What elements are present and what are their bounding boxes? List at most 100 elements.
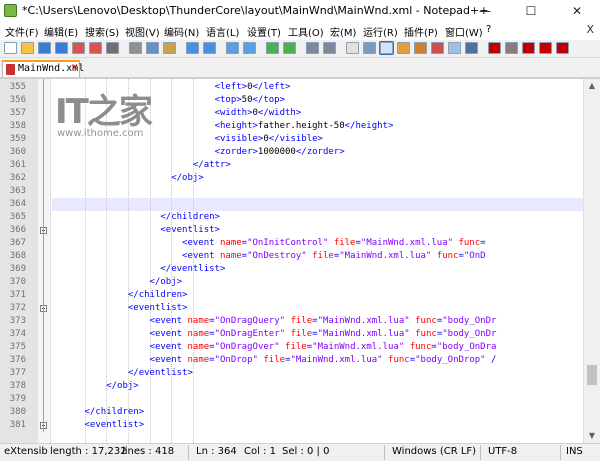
menu-language[interactable]: 语言(L) (206, 24, 239, 39)
vertical-scrollbar[interactable]: ▲ ▼ (583, 79, 600, 443)
xml-attribute-value: "body_OnDrop" (415, 355, 486, 365)
xml-tag: <eventlist> (84, 420, 145, 430)
menu-tools[interactable]: 工具(O) (288, 24, 324, 39)
print-icon[interactable] (106, 42, 119, 54)
xml-tag: </left> (252, 82, 291, 92)
play-macro-icon[interactable] (522, 42, 535, 54)
menu-search[interactable]: 搜索(S) (85, 24, 119, 39)
code-line[interactable]: <zorder>1000000</zorder> (52, 146, 583, 159)
code-line[interactable]: </attr> (52, 159, 583, 172)
status-lines: lines : 418 (122, 446, 175, 457)
code-line[interactable]: <event name="OnDragQuery" file="MainWnd.… (52, 315, 583, 328)
menu-file[interactable]: 文件(F) (5, 24, 39, 39)
menu-window[interactable]: 窗口(W) (445, 24, 483, 39)
zoom-out-icon[interactable] (283, 42, 296, 54)
code-line[interactable]: <event name="OnDragOver" file="MainWnd.x… (52, 341, 583, 354)
play-multiple-icon[interactable] (539, 42, 552, 54)
cut-icon[interactable] (129, 42, 142, 54)
menu-settings[interactable]: 设置(T) (247, 24, 281, 39)
menu-help[interactable]: ? (486, 24, 491, 35)
xml-attribute: func (388, 355, 410, 365)
udl-icon[interactable] (397, 42, 410, 54)
close-window-button[interactable]: ✕ (554, 0, 600, 22)
menu-view[interactable]: 视图(V) (125, 24, 160, 39)
close-icon[interactable] (72, 42, 85, 54)
indent-guide-icon[interactable] (379, 41, 394, 55)
code-line[interactable]: <eventlist> (52, 224, 583, 237)
line-number: 373 (9, 316, 26, 326)
code-line[interactable] (52, 198, 583, 211)
xml-tag: <event (149, 342, 188, 352)
find-icon[interactable] (226, 42, 239, 54)
menu-run[interactable]: 运行(R) (363, 24, 398, 39)
code-line[interactable]: </obj> (52, 172, 583, 185)
monitor-icon[interactable] (465, 42, 478, 54)
xml-tag: <width> (214, 108, 253, 118)
all-chars-icon[interactable] (363, 42, 376, 54)
open-file-icon[interactable] (21, 42, 34, 54)
code-line[interactable]: </children> (52, 406, 583, 419)
minimize-button[interactable]: — (462, 0, 508, 22)
folder-workspace-icon[interactable] (448, 42, 461, 54)
copy-icon[interactable] (146, 42, 159, 54)
replace-icon[interactable] (243, 42, 256, 54)
tab-mainwnd-xml[interactable]: MainWnd.xml ✕ (2, 60, 84, 77)
line-number: 357 (9, 108, 26, 118)
sync-horizontal-icon[interactable] (323, 42, 336, 54)
code-line[interactable]: <event name="OnDrop" file="MainWnd.xml.l… (52, 354, 583, 367)
line-number: 365 (9, 212, 26, 222)
line-number: 378 (9, 381, 26, 391)
tab-close-icon[interactable]: ✕ (71, 63, 79, 73)
code-line[interactable] (52, 393, 583, 406)
notepad-plus-plus-icon (4, 4, 17, 17)
save-macro-icon[interactable] (556, 42, 569, 54)
paste-icon[interactable] (163, 42, 176, 54)
menu-edit[interactable]: 编辑(E) (44, 24, 78, 39)
new-file-icon[interactable] (4, 42, 17, 54)
scroll-thumb[interactable] (587, 365, 597, 385)
code-line[interactable] (52, 185, 583, 198)
record-macro-icon[interactable] (488, 42, 501, 54)
status-file-type: eXtensib (4, 446, 48, 457)
doc-map-icon[interactable] (414, 42, 427, 54)
scroll-down-arrow[interactable]: ▼ (584, 429, 600, 443)
save-icon[interactable] (38, 42, 51, 54)
code-line[interactable]: </children> (52, 289, 583, 302)
sync-vertical-icon[interactable] (306, 42, 319, 54)
code-line[interactable]: <eventlist> (52, 419, 583, 432)
xml-attribute: file (290, 316, 313, 326)
menu-encoding[interactable]: 编码(N) (164, 24, 199, 39)
code-line[interactable]: <eventlist> (52, 302, 583, 315)
line-number: 374 (9, 329, 26, 339)
status-insert-mode[interactable]: INS (566, 446, 583, 457)
ithome-logo: IT之家 (55, 92, 153, 132)
maximize-button[interactable]: ☐ (508, 0, 554, 22)
menu-macro[interactable]: 宏(M) (330, 24, 356, 39)
close-document-button[interactable]: X (586, 23, 594, 36)
redo-icon[interactable] (203, 42, 216, 54)
xml-tag: <event (182, 238, 220, 248)
status-selection: Sel : 0 | 0 (282, 446, 330, 457)
word-wrap-icon[interactable] (346, 42, 359, 54)
code-line[interactable]: </children> (52, 211, 583, 224)
menu-plugins[interactable]: 插件(P) (404, 24, 438, 39)
stop-macro-icon[interactable] (505, 42, 518, 54)
save-all-icon[interactable] (55, 42, 68, 54)
scroll-up-arrow[interactable]: ▲ (584, 79, 600, 93)
code-line[interactable]: <event name="OnInitControl" file="MainWn… (52, 237, 583, 250)
xml-attribute: file (263, 355, 286, 365)
code-line[interactable]: </obj> (52, 276, 583, 289)
zoom-in-icon[interactable] (266, 42, 279, 54)
code-line[interactable]: <event name="OnDragEnter" file="MainWnd.… (52, 328, 583, 341)
code-line[interactable]: </eventlist> (52, 263, 583, 276)
fold-margin[interactable] (38, 79, 51, 443)
code-line[interactable]: </obj> (52, 380, 583, 393)
undo-icon[interactable] (186, 42, 199, 54)
code-line[interactable]: <event name="OnDestroy" file="MainWnd.xm… (52, 250, 583, 263)
status-eol[interactable]: Windows (CR LF) (392, 446, 476, 457)
code-line[interactable]: </eventlist> (52, 367, 583, 380)
xml-tag: <event (149, 355, 188, 365)
function-list-icon[interactable] (431, 42, 444, 54)
close-all-icon[interactable] (89, 42, 102, 54)
status-encoding[interactable]: UTF-8 (488, 446, 517, 457)
